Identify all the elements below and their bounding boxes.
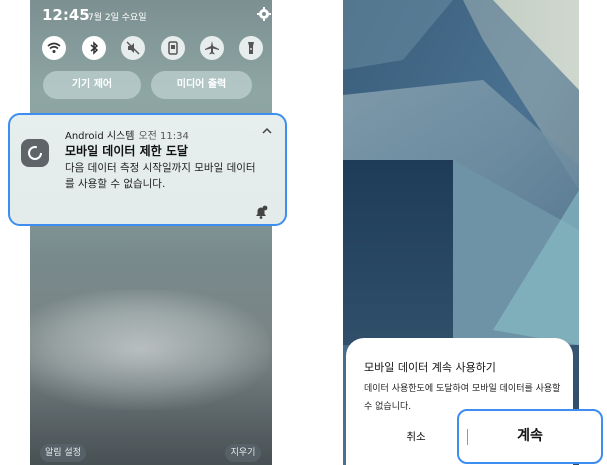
wifi-icon (47, 42, 61, 53)
quick-settings-row (40, 36, 270, 62)
airplane-icon (205, 41, 219, 55)
wifi-toggle[interactable] (42, 36, 66, 60)
clear-all-button[interactable]: 지우기 (225, 444, 261, 462)
notification-panel-screen: 12:45 7월 2일 수요일 기기 제어 미디어 출력 알림 설정 지우기 (30, 0, 272, 465)
notification-app-name: Android 시스템 (65, 131, 135, 142)
notification-body: 다음 데이터 측정 시작일까지 모바일 데이터를 사용할 수 없습니다. (65, 162, 256, 190)
notification-bell-icon[interactable] (253, 204, 269, 220)
continue-button[interactable]: 계속 (457, 409, 603, 464)
notification-title: 모바일 데이터 제한 도달 (65, 144, 188, 158)
refresh-circle-icon (28, 146, 42, 160)
continue-button-label: 계속 (517, 428, 543, 444)
mute-icon (126, 41, 140, 55)
android-system-app-icon (21, 139, 49, 167)
notification-time: 오전 11:34 (138, 131, 189, 142)
airplane-toggle[interactable] (200, 36, 224, 60)
cancel-button[interactable]: 취소 (386, 429, 446, 444)
background-shade (30, 215, 272, 465)
status-date: 7월 2일 수요일 (88, 13, 147, 23)
rotation-toggle[interactable] (161, 36, 185, 60)
device-control-button[interactable]: 기기 제어 (43, 71, 141, 99)
sound-toggle[interactable] (121, 36, 145, 60)
gear-icon[interactable] (256, 6, 272, 22)
flashlight-toggle[interactable] (239, 36, 263, 60)
flashlight-icon (248, 42, 254, 54)
notification-settings-button[interactable]: 알림 설정 (40, 444, 86, 462)
portrait-lock-icon (168, 41, 178, 55)
notification-header: Android 시스템 오전 11:34 (65, 127, 189, 142)
dialog-title: 모바일 데이터 계속 사용하기 (364, 361, 496, 374)
data-limit-notification[interactable]: Android 시스템 오전 11:34 모바일 데이터 제한 도달 다음 데이터… (8, 113, 287, 226)
media-output-button[interactable]: 미디어 출력 (151, 71, 252, 99)
bluetooth-icon (90, 41, 99, 55)
button-divider (467, 429, 468, 445)
bluetooth-toggle[interactable] (82, 36, 106, 60)
chevron-up-icon[interactable] (261, 126, 273, 136)
status-time: 12:45 (42, 6, 90, 24)
